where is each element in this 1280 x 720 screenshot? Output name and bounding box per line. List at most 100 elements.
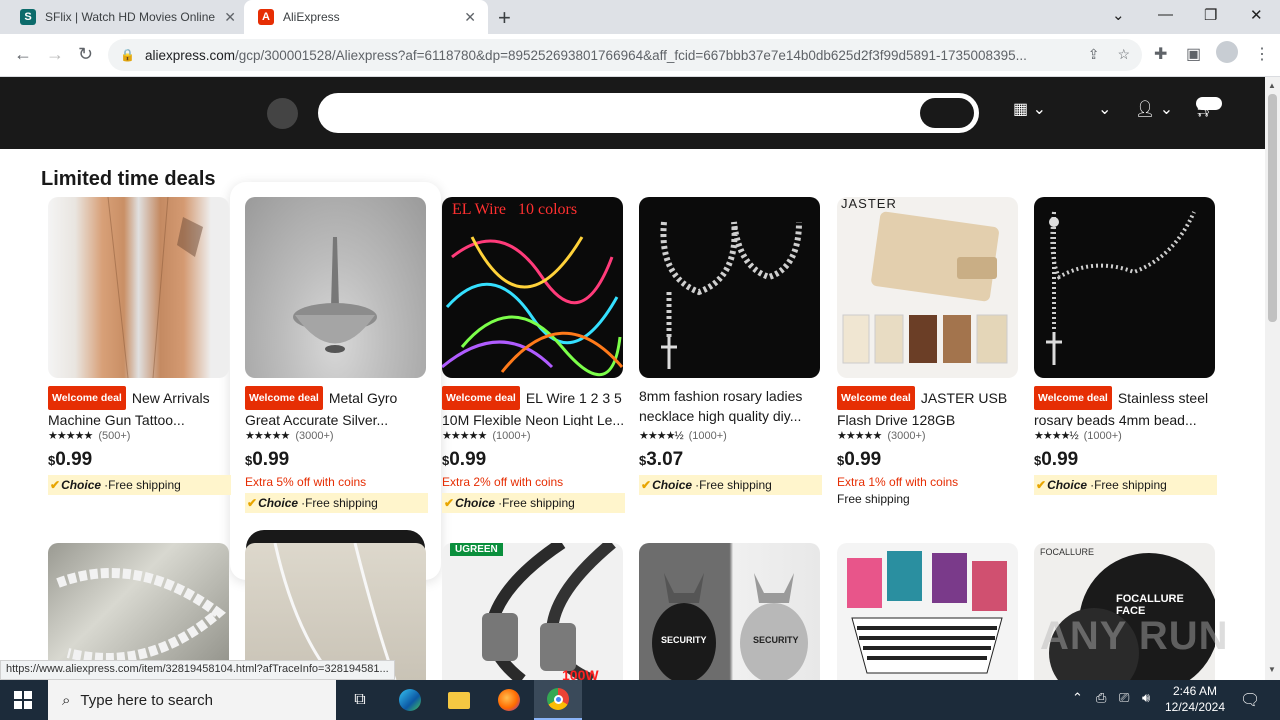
reload-icon[interactable]: ↻ [78, 44, 93, 65]
rating-stars-icon: ★★★★★ [48, 430, 93, 442]
network-icon[interactable]: ⎚ [1119, 690, 1129, 706]
choice-check-icon: ✔ [247, 496, 258, 510]
product-price: $0.99 [48, 449, 93, 470]
tray-device-icon[interactable]: ⎙ [1096, 690, 1106, 706]
product-image-focallure-powder[interactable]: FOCALLURE FOCALLURE FACE [1034, 543, 1215, 680]
menu-kebab-icon[interactable]: ⋮ [1254, 44, 1270, 64]
windows-start-icon[interactable] [14, 691, 32, 714]
welcome-deal-badge: Welcome deal [837, 386, 915, 410]
scroll-thumb[interactable] [1268, 94, 1277, 322]
product-image-rosary-necklace[interactable] [639, 197, 820, 378]
tray-chevron-up-icon[interactable]: ⌃ [1072, 690, 1083, 706]
browser-toolbar: ← → ↻ 🔒 aliexpress.com/gcp/300001528/Ali… [0, 34, 1280, 77]
product-image-usb-flash-drive[interactable]: JASTER [837, 197, 1018, 378]
search-placeholder: Type here to search [80, 691, 213, 709]
clock-date: 12/24/2024 [1164, 700, 1226, 714]
extensions-icon[interactable]: ✚ [1154, 44, 1167, 64]
coins-discount: Extra 2% off with coins [442, 475, 564, 489]
el-wire-label: EL Wire 10 colors [452, 201, 578, 218]
product-card[interactable]: Welcome deal Stainless steel rosary beads… [1034, 197, 1217, 495]
status-bar-url: https://www.aliexpress.com/item/32819458… [0, 660, 395, 680]
product-price: $0.99 [245, 449, 290, 470]
chrome-icon[interactable] [534, 680, 582, 720]
product-image-pet-hoodie[interactable]: SECURITY SECURITY [639, 543, 820, 680]
product-title[interactable]: Welcome deal Metal Gyro Great Accurate Si… [245, 386, 428, 426]
forward-arrow-icon[interactable]: → [46, 44, 64, 65]
product-title[interactable]: Welcome deal New Arrivals Machine Gun Tat… [48, 386, 231, 426]
edge-icon[interactable] [386, 680, 434, 720]
product-image-metal-gyro[interactable] [245, 197, 426, 378]
sflix-favicon-icon: S [20, 9, 36, 25]
clock-time: 2:46 AM [1172, 684, 1218, 698]
product-image-striped-underwear[interactable] [837, 543, 1018, 680]
taskbar-search-input[interactable]: ⌕ Type here to search [48, 680, 336, 720]
notifications-icon[interactable]: 🗨︎ [1240, 690, 1260, 710]
anyrun-watermark: ANY RUN [1040, 614, 1229, 658]
ugreen-brand-label: UGREEN [450, 543, 503, 556]
file-explorer-icon[interactable] [435, 680, 483, 720]
welcome-deal-badge: Welcome deal [245, 386, 323, 410]
bookmark-star-icon[interactable]: ☆ [1117, 46, 1130, 63]
browser-tab-bar: S SFlix | Watch HD Movies Online F ✕ A A… [0, 0, 1280, 34]
task-view-icon[interactable]: ⧉ [336, 680, 384, 720]
aliexpress-favicon-icon: A [258, 9, 274, 25]
product-card[interactable]: Welcome deal Metal Gyro Great Accurate Si… [245, 197, 428, 513]
product-rating: ★★★★½ (1000+) [639, 429, 727, 443]
product-image-tattoo-stockings[interactable] [48, 197, 229, 378]
product-rating: ★★★★½ (1000+) [1034, 429, 1122, 443]
tab-title: SFlix | Watch HD Movies Online F [45, 10, 215, 24]
new-tab-button[interactable]: + [498, 5, 511, 31]
choice-free-shipping-banner: ✔ Choice · Free shipping [245, 493, 428, 513]
choice-free-shipping-banner: ✔ Choice · Free shipping [442, 493, 625, 513]
search-button[interactable] [920, 98, 974, 128]
product-image-rosary-beads[interactable] [1034, 197, 1215, 378]
product-title[interactable]: 8mm fashion rosary ladies necklace high … [639, 386, 822, 426]
product-price: $0.99 [837, 449, 882, 470]
qr-code-icon[interactable]: ▦ ⌄ [1013, 99, 1046, 119]
search-icon: ⌕ [62, 691, 71, 709]
rating-stars-icon: ★★★★★ [442, 430, 487, 442]
product-rating: ★★★★★ (1000+) [442, 429, 531, 443]
scroll-up-icon[interactable]: ▲ [1268, 81, 1276, 90]
product-title[interactable]: Welcome deal JASTER USB Flash Drive 128GB… [837, 386, 1020, 426]
tab-aliexpress[interactable]: A AliExpress ✕ [244, 0, 488, 34]
share-icon[interactable]: ⇪ [1088, 46, 1100, 63]
free-shipping-text: Free shipping [837, 492, 910, 506]
tab-sflix[interactable]: S SFlix | Watch HD Movies Online F ✕ [8, 0, 244, 34]
close-tab-icon[interactable]: ✕ [224, 9, 236, 26]
maximize-icon[interactable]: ❐ [1204, 6, 1217, 24]
product-card[interactable]: EL Wire 10 colors Welcome deal EL Wire 1 … [442, 197, 625, 513]
address-bar[interactable]: 🔒 aliexpress.com/gcp/300001528/Aliexpres… [108, 39, 1142, 71]
tab-search-icon[interactable]: ⌄ [1112, 6, 1125, 24]
product-image-usb-c-cable[interactable]: UGREEN 100W [442, 543, 623, 680]
site-logo[interactable] [267, 98, 298, 129]
side-panel-icon[interactable]: ▣ [1186, 44, 1201, 64]
scroll-down-icon[interactable]: ▼ [1268, 665, 1276, 674]
firefox-icon[interactable] [485, 680, 533, 720]
product-card[interactable]: JASTER Welcome deal JASTER USB Flash Driv… [837, 197, 1020, 506]
product-image-el-wire[interactable]: EL Wire 10 colors [442, 197, 623, 378]
search-input[interactable] [318, 93, 979, 133]
page-scrollbar[interactable]: ▲ ▼ [1265, 77, 1280, 680]
product-title[interactable]: Welcome deal EL Wire 1 2 3 5 10M Flexible… [442, 386, 625, 426]
taskbar-clock[interactable]: 2:46 AM 12/24/2024 [1160, 683, 1230, 715]
chevron-down-icon[interactable]: ⌄ [1098, 99, 1111, 119]
rating-stars-icon: ★★★★½ [1034, 430, 1079, 442]
welcome-deal-badge: Welcome deal [48, 386, 126, 410]
lock-icon: 🔒 [120, 48, 135, 62]
volume-icon[interactable]: 🔊︎ [1142, 690, 1150, 706]
coins-discount: Extra 1% off with coins [837, 475, 959, 489]
tab-title: AliExpress [283, 10, 340, 24]
close-tab-icon[interactable]: ✕ [464, 9, 476, 26]
windows-taskbar: ⌕ Type here to search ⧉ ⌃ ⎙ ⎚ 🔊︎ 2:46 AM… [0, 680, 1280, 720]
product-price: $3.07 [639, 449, 684, 470]
product-card[interactable]: Welcome deal New Arrivals Machine Gun Tat… [48, 197, 231, 495]
minimize-icon[interactable]: — [1158, 6, 1173, 23]
profile-avatar-icon[interactable] [1216, 41, 1238, 63]
close-window-icon[interactable]: ✕ [1250, 6, 1263, 24]
account-icon[interactable]: 👤︎ ⌄ [1135, 99, 1173, 119]
product-card[interactable]: 8mm fashion rosary ladies necklace high … [639, 197, 822, 495]
product-title[interactable]: Welcome deal Stainless steel rosary beads… [1034, 386, 1217, 426]
back-arrow-icon[interactable]: ← [14, 44, 32, 65]
choice-free-shipping-banner: ✔ Choice · Free shipping [48, 475, 231, 495]
